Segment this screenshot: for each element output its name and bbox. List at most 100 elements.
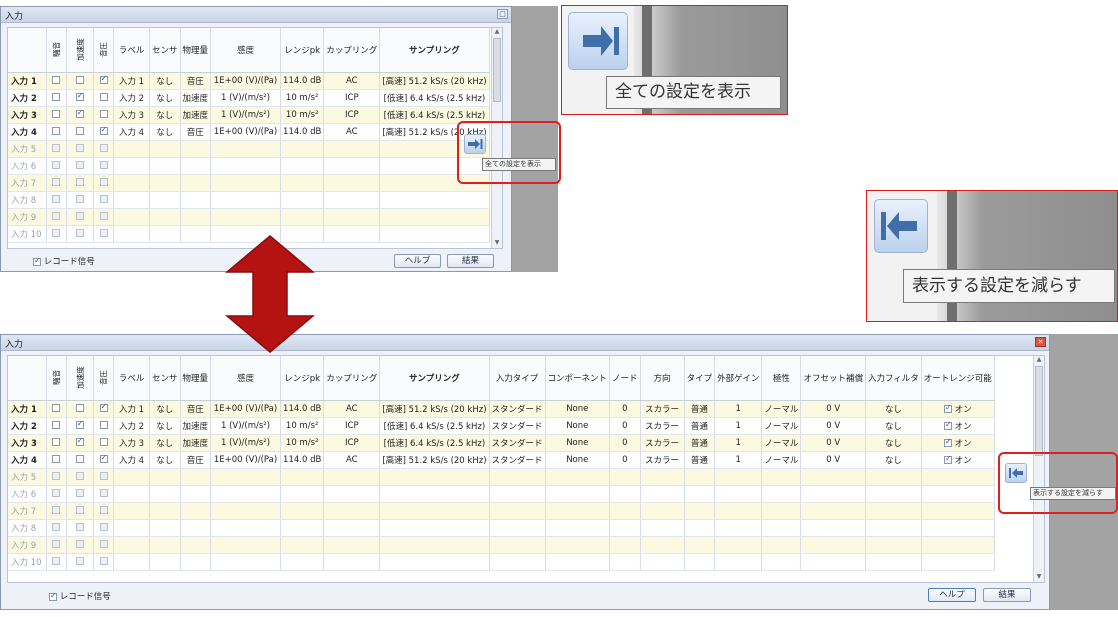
- cell-node[interactable]: [609, 553, 641, 571]
- cell-range[interactable]: [280, 140, 325, 158]
- channel-checkbox[interactable]: [52, 110, 60, 118]
- table-row[interactable]: 入力 1入力 1なし音圧1E+00 (V)/(Pa)114.0 dBAC[高速]…: [8, 72, 490, 90]
- channel-checkbox[interactable]: [99, 212, 108, 220]
- cell-quantity[interactable]: 音圧: [180, 72, 212, 90]
- cell-gain[interactable]: [714, 553, 763, 571]
- cell-sensor[interactable]: [149, 225, 181, 243]
- cell-polarity[interactable]: ノーマル: [761, 434, 802, 452]
- column-header-extra[interactable]: 入力フィルタ: [865, 356, 922, 401]
- cell-coupling[interactable]: ICP: [323, 89, 381, 107]
- channel-checkbox[interactable]: [52, 523, 60, 531]
- cell-node[interactable]: [609, 468, 641, 486]
- cell-range[interactable]: 114.0 dB: [280, 123, 325, 141]
- cell-offset[interactable]: [800, 502, 866, 520]
- cell-range[interactable]: [280, 191, 325, 209]
- cell-quantity[interactable]: [180, 157, 212, 175]
- channel-checkbox[interactable]: [52, 455, 60, 463]
- channel-checkbox[interactable]: [99, 93, 108, 101]
- cell-sensitivity[interactable]: [210, 485, 282, 503]
- column-header[interactable]: 感度: [210, 28, 282, 73]
- cell-sensitivity[interactable]: [210, 191, 282, 209]
- cell-quantity[interactable]: [180, 174, 212, 192]
- channel-checkbox[interactable]: [52, 195, 60, 203]
- cell-component[interactable]: [545, 519, 611, 537]
- cell-coupling[interactable]: AC: [323, 123, 381, 141]
- column-header-extra[interactable]: コンポーネント: [545, 356, 611, 401]
- table-row[interactable]: 入力 8: [8, 519, 995, 537]
- cell-input_type[interactable]: スタンダード: [489, 434, 546, 452]
- cell-autorange[interactable]: オン: [921, 434, 995, 452]
- cell-gain[interactable]: 1: [714, 434, 763, 452]
- header-accel[interactable]: 加速度: [66, 28, 94, 73]
- cell-coupling[interactable]: [323, 140, 381, 158]
- cell-quantity[interactable]: [180, 519, 212, 537]
- cell-label[interactable]: 入力 2: [113, 89, 150, 107]
- cell-quantity[interactable]: 音圧: [180, 123, 212, 141]
- cell-quantity[interactable]: [180, 468, 212, 486]
- channel-checkbox[interactable]: [75, 472, 84, 480]
- cell-component[interactable]: [545, 536, 611, 554]
- table-row[interactable]: 入力 3入力 3なし加速度1 (V)/(m/s²)10 m/s²ICP[低速] …: [8, 434, 995, 452]
- cell-label[interactable]: 入力 4: [113, 451, 150, 469]
- header-accel[interactable]: 加速度: [66, 356, 94, 401]
- cell-coupling[interactable]: AC: [323, 451, 381, 469]
- cell-input_type[interactable]: [489, 536, 546, 554]
- cell-component[interactable]: None: [545, 400, 611, 418]
- cell-gain[interactable]: 1: [714, 400, 763, 418]
- column-header[interactable]: カップリング: [323, 356, 381, 401]
- channel-checkbox[interactable]: [52, 161, 60, 169]
- cell-direction[interactable]: [640, 485, 685, 503]
- cell-quantity[interactable]: [180, 208, 212, 226]
- cell-coupling[interactable]: [323, 519, 381, 537]
- channel-checkbox[interactable]: [943, 403, 952, 413]
- cell-input_type[interactable]: [489, 553, 546, 571]
- cell-autorange[interactable]: [921, 536, 995, 554]
- cell-gain[interactable]: [714, 519, 763, 537]
- cell-coupling[interactable]: ICP: [323, 106, 381, 124]
- channel-checkbox[interactable]: [99, 438, 108, 446]
- channel-checkbox[interactable]: [99, 402, 108, 412]
- channel-checkbox[interactable]: [99, 472, 108, 480]
- cell-sensitivity[interactable]: 1 (V)/(m/s²): [210, 89, 282, 107]
- channel-checkbox[interactable]: [99, 74, 108, 84]
- cell-label[interactable]: 入力 2: [113, 417, 150, 435]
- cell-sensitivity[interactable]: [210, 174, 282, 192]
- cell-filter[interactable]: なし: [865, 434, 922, 452]
- cell-sensor[interactable]: [149, 536, 181, 554]
- cell-type[interactable]: [684, 468, 716, 486]
- header-noise[interactable]: 騒音: [46, 356, 67, 401]
- cell-quantity[interactable]: 音圧: [180, 451, 212, 469]
- cell-range[interactable]: [280, 157, 325, 175]
- cell-component[interactable]: None: [545, 434, 611, 452]
- cell-sensor[interactable]: なし: [149, 106, 181, 124]
- cell-sensitivity[interactable]: [210, 157, 282, 175]
- cell-sensitivity[interactable]: [210, 519, 282, 537]
- channel-checkbox[interactable]: [52, 76, 60, 84]
- channel-checkbox[interactable]: [99, 489, 108, 497]
- table-row[interactable]: 入力 2入力 2なし加速度1 (V)/(m/s²)10 m/s²ICP[低速] …: [8, 417, 995, 435]
- cell-range[interactable]: [280, 553, 325, 571]
- cell-filter[interactable]: なし: [865, 417, 922, 435]
- cell-polarity[interactable]: [761, 468, 802, 486]
- cell-label[interactable]: [113, 553, 150, 571]
- cell-direction[interactable]: スカラー: [640, 417, 685, 435]
- channel-checkbox[interactable]: [52, 93, 60, 101]
- help-button[interactable]: ヘルプ: [394, 254, 441, 268]
- cell-sensitivity[interactable]: 1E+00 (V)/(Pa): [210, 400, 282, 418]
- channel-checkbox[interactable]: [52, 472, 60, 480]
- cell-polarity[interactable]: ノーマル: [761, 451, 802, 469]
- cell-polarity[interactable]: [761, 519, 802, 537]
- cell-coupling[interactable]: ICP: [323, 417, 381, 435]
- cell-range[interactable]: [280, 174, 325, 192]
- cell-label[interactable]: [113, 140, 150, 158]
- cell-type[interactable]: [684, 536, 716, 554]
- cell-offset[interactable]: 0 V: [800, 417, 866, 435]
- cell-coupling[interactable]: ICP: [323, 434, 381, 452]
- cell-label[interactable]: 入力 3: [113, 434, 150, 452]
- channel-checkbox[interactable]: [75, 455, 84, 463]
- channel-checkbox[interactable]: [75, 557, 84, 565]
- cell-filter[interactable]: [865, 468, 922, 486]
- cell-sensor[interactable]: なし: [149, 89, 181, 107]
- cell-sampling[interactable]: [379, 468, 490, 486]
- cell-input_type[interactable]: スタンダード: [489, 417, 546, 435]
